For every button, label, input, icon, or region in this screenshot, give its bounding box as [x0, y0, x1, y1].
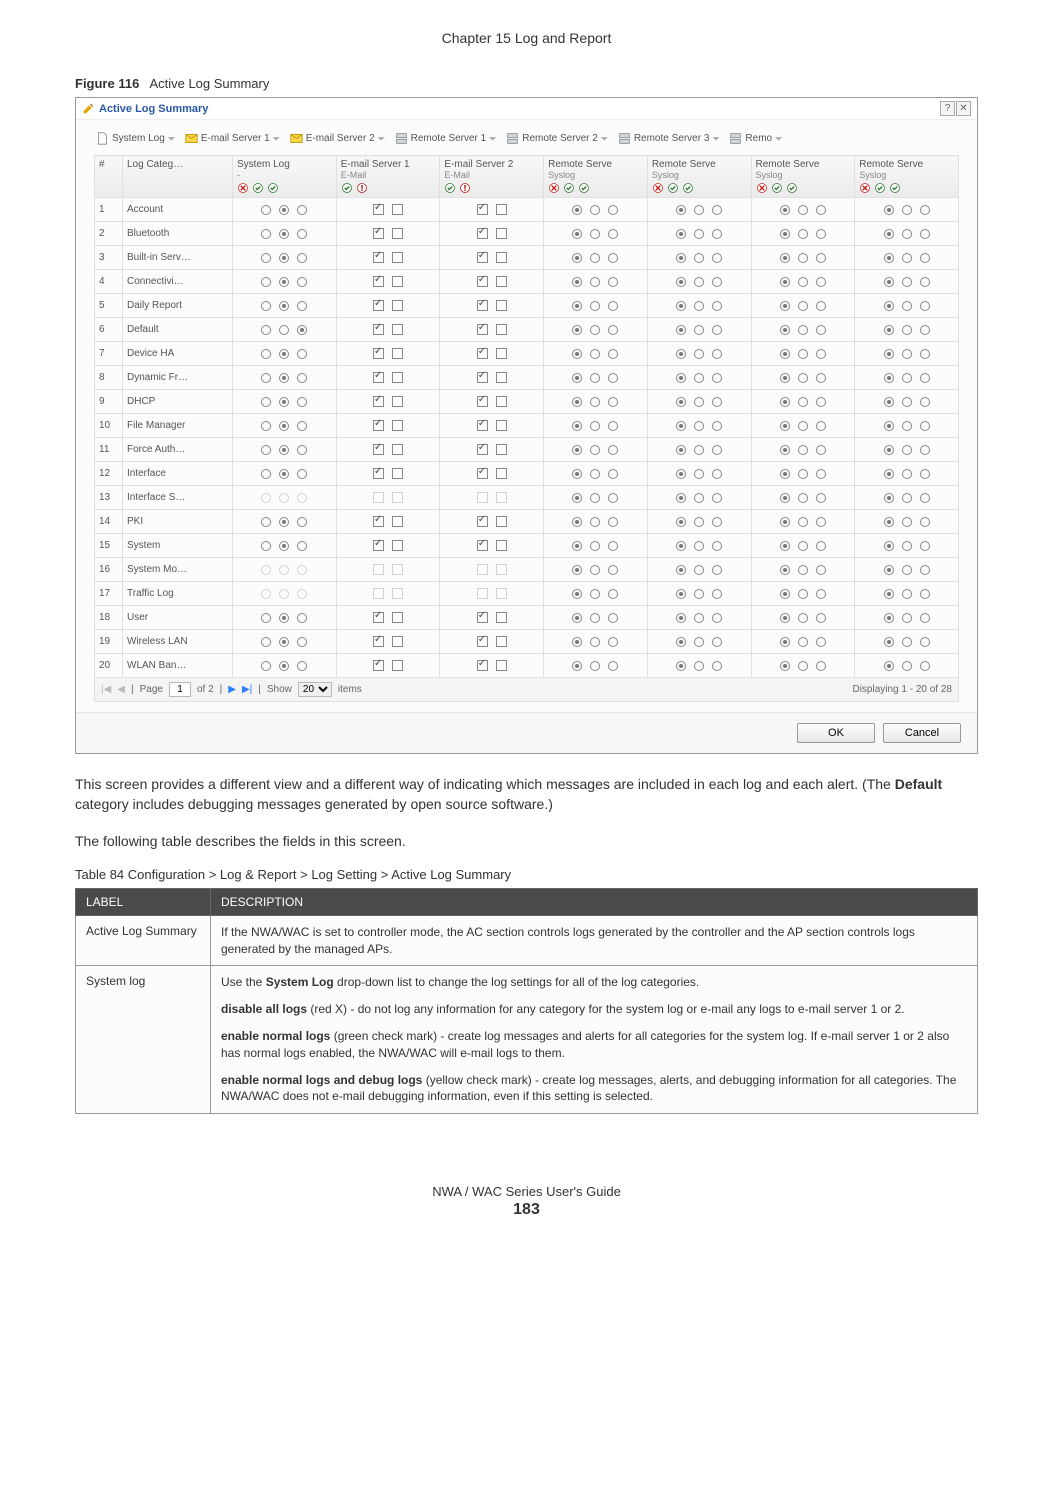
column-header[interactable]: Log Categ…	[123, 156, 233, 198]
desc-description: If the NWA/WAC is set to controller mode…	[211, 915, 978, 966]
table-row[interactable]: 13Interface S…	[95, 486, 959, 510]
pager-of-label: of 2	[197, 684, 214, 695]
table-row[interactable]: 2Bluetooth	[95, 222, 959, 246]
table-row[interactable]: 5Daily Report	[95, 294, 959, 318]
table-header-row: #Log Categ…System Log-E-mail Server 1E-M…	[95, 156, 959, 198]
table-row[interactable]: 4Connectivi…	[95, 270, 959, 294]
dialog-header: Active Log Summary ? ✕	[76, 98, 977, 120]
table-row[interactable]: 19Wireless LAN	[95, 630, 959, 654]
edit-icon	[82, 102, 95, 115]
pager-page-label: Page	[140, 684, 163, 695]
pager-per-page-select[interactable]: 20	[298, 682, 332, 697]
column-header[interactable]: #	[95, 156, 123, 198]
dialog-body: System Log E-mail Server 1 E-mail Server 2…	[76, 120, 977, 712]
description-table: LABEL DESCRIPTION Active Log SummaryIf t…	[75, 888, 978, 1114]
pager-first-icon[interactable]: |◀	[101, 684, 111, 695]
table-caption: Table 84 Configuration > Log & Report > …	[75, 867, 978, 882]
pager-next-icon[interactable]: ▶	[228, 684, 236, 695]
table-pager: |◀ ◀ | Page of 2 | ▶ ▶| | Show 20 items …	[94, 678, 959, 702]
pager-show-label: Show	[267, 684, 292, 695]
table-row[interactable]: 1Account	[95, 198, 959, 222]
table-row[interactable]: 10File Manager	[95, 414, 959, 438]
figure-title: Active Log Summary	[149, 76, 269, 91]
pager-prev-icon[interactable]: ◀	[117, 684, 125, 695]
body-paragraph-1: This screen provides a different view an…	[75, 774, 978, 815]
table-row[interactable]: 15System	[95, 534, 959, 558]
help-button[interactable]: ?	[940, 101, 955, 116]
table-row[interactable]: 16System Mo…	[95, 558, 959, 582]
dialog-window-controls: ? ✕	[940, 101, 971, 116]
menubar-item-remote-server-1[interactable]: Remote Server 1	[393, 130, 499, 147]
table-row[interactable]: 20WLAN Ban…	[95, 654, 959, 678]
desc-description: Use the System Log drop-down list to cha…	[211, 966, 978, 1114]
figure-caption: Figure 116 Active Log Summary	[75, 76, 978, 91]
figure-number: Figure 116	[75, 76, 139, 91]
table-row[interactable]: 7Device HA	[95, 342, 959, 366]
table-row[interactable]: 11Force Auth…	[95, 438, 959, 462]
pager-page-input[interactable]	[169, 682, 191, 697]
column-header[interactable]: Remote ServeSyslog	[544, 156, 648, 198]
desc-table-head-description: DESCRIPTION	[211, 888, 978, 915]
desc-table-row: Active Log SummaryIf the NWA/WAC is set …	[76, 915, 978, 966]
table-row[interactable]: 18User	[95, 606, 959, 630]
desc-table-head-label: LABEL	[76, 888, 211, 915]
ok-button[interactable]: OK	[797, 723, 875, 743]
desc-table-row: System logUse the System Log drop-down l…	[76, 966, 978, 1114]
active-log-summary-dialog: Active Log Summary ? ✕ System Log E-mail …	[75, 97, 978, 754]
table-row[interactable]: 8Dynamic Fr…	[95, 366, 959, 390]
chapter-title: Chapter 15 Log and Report	[75, 30, 978, 46]
column-header[interactable]: E-mail Server 2E-Mail	[440, 156, 544, 198]
desc-label: Active Log Summary	[76, 915, 211, 966]
menubar-item-e-mail-server-2[interactable]: E-mail Server 2	[288, 130, 387, 147]
log-categories-table: #Log Categ…System Log-E-mail Server 1E-M…	[94, 155, 959, 678]
cancel-button[interactable]: Cancel	[883, 723, 961, 743]
menubar-item-remote-server-2[interactable]: Remote Server 2	[504, 130, 610, 147]
column-header[interactable]: E-mail Server 1E-Mail	[336, 156, 440, 198]
menubar-item-remote-server-3[interactable]: Remote Server 3	[616, 130, 722, 147]
menubar-item-e-mail-server-1[interactable]: E-mail Server 1	[183, 130, 282, 147]
dialog-title-text: Active Log Summary	[99, 103, 208, 115]
column-header[interactable]: System Log-	[233, 156, 337, 198]
body-paragraph-2: The following table describes the fields…	[75, 831, 978, 851]
table-row[interactable]: 14PKI	[95, 510, 959, 534]
pager-last-icon[interactable]: ▶|	[242, 684, 252, 695]
menubar-item-system-log[interactable]: System Log	[94, 130, 177, 147]
close-button[interactable]: ✕	[956, 101, 971, 116]
log-target-menubar: System Log E-mail Server 1 E-mail Server 2…	[94, 126, 959, 155]
page-number: 183	[75, 1201, 978, 1219]
table-row[interactable]: 9DHCP	[95, 390, 959, 414]
desc-label: System log	[76, 966, 211, 1114]
table-row[interactable]: 3Built-in Serv…	[95, 246, 959, 270]
column-header[interactable]: Remote ServeSyslog	[751, 156, 855, 198]
pager-items-label: items	[338, 684, 362, 695]
menubar-item-remo[interactable]: Remo	[727, 130, 784, 147]
table-row[interactable]: 6Default	[95, 318, 959, 342]
column-header[interactable]: Remote ServeSyslog	[647, 156, 751, 198]
page-footer: NWA / WAC Series User's Guide 183	[75, 1184, 978, 1219]
table-row[interactable]: 12Interface	[95, 462, 959, 486]
dialog-title: Active Log Summary	[82, 102, 208, 115]
column-header[interactable]: Remote ServeSyslog	[855, 156, 959, 198]
table-row[interactable]: 17Traffic Log	[95, 582, 959, 606]
pager-status: Displaying 1 - 20 of 28	[852, 684, 952, 695]
dialog-footer: OK Cancel	[76, 712, 977, 753]
